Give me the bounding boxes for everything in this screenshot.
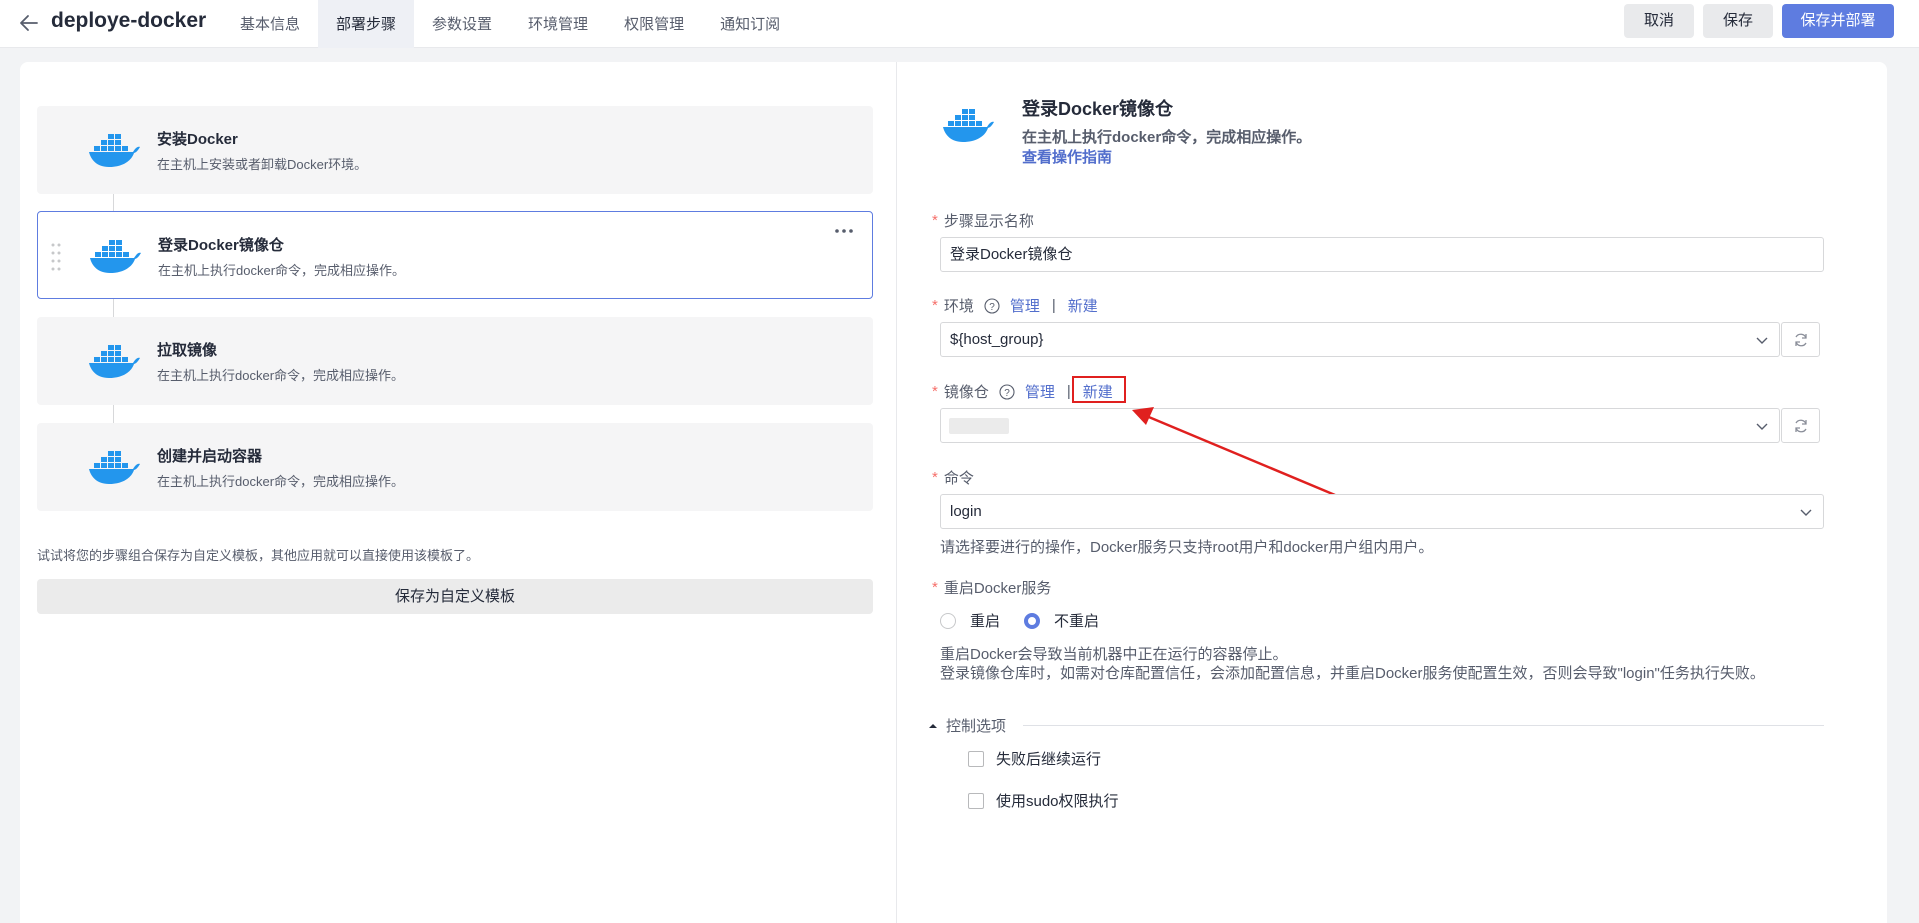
tab-environment[interactable]: 环境管理 [510,0,606,48]
help-icon[interactable]: ? [999,383,1015,400]
docker-whale-icon [89,345,140,378]
back-arrow-icon[interactable] [18,12,40,34]
operation-guide-link[interactable]: 查看操作指南 [1022,146,1112,167]
tab-notifications[interactable]: 通知订阅 [702,0,798,48]
tab-basic-info[interactable]: 基本信息 [222,0,318,48]
step-description: 在主机上执行docker命令，完成相应操作。 [157,368,405,383]
required-mark: * [932,212,938,229]
save-button[interactable]: 保存 [1703,4,1773,38]
cancel-button[interactable]: 取消 [1624,4,1694,38]
annotation-highlight-box [1072,376,1126,403]
step-card-install-docker[interactable]: 安装Docker 在主机上安装或者卸载Docker环境。 [37,106,873,194]
step-connector [113,299,114,319]
save-and-deploy-button[interactable]: 保存并部署 [1782,4,1894,38]
section-divider [1023,725,1824,726]
svg-text:?: ? [1004,388,1010,399]
restart-hint-2: 登录镜像仓库时，如需对仓库配置信任，会添加配置信息，并重启Docker服务使配置… [940,665,1765,682]
continue-on-failure-checkbox[interactable]: 失败后继续运行 [968,748,1101,769]
step-description: 在主机上执行docker命令，完成相应操作。 [157,474,405,489]
step-description: 在主机上安装或者卸载Docker环境。 [157,157,368,172]
command-label: * 命令 [932,469,974,487]
help-icon[interactable]: ? [984,297,1000,314]
registry-select[interactable] [940,408,1780,443]
command-select[interactable]: login [940,494,1824,529]
required-mark: * [932,297,938,314]
tab-parameters[interactable]: 参数设置 [414,0,510,48]
detail-description: 在主机上执行docker命令，完成相应操作。 [1022,129,1312,146]
more-options-icon[interactable] [834,226,854,236]
refresh-icon [1795,419,1807,433]
registry-manage-link[interactable]: 管理 [1025,381,1055,402]
chevron-down-icon [1756,337,1768,344]
required-mark: * [932,469,938,486]
environment-refresh-button[interactable] [1781,322,1820,357]
app-title: deploye-docker [51,9,207,32]
radio-restart[interactable]: 重启 [940,610,1000,631]
docker-whale-icon [90,240,141,273]
registry-refresh-button[interactable] [1781,408,1820,443]
step-title: 拉取镜像 [157,342,218,359]
drag-handle-icon[interactable] [50,242,62,272]
radio-circle-checked [1024,612,1040,629]
step-card-pull-image[interactable]: 拉取镜像 在主机上执行docker命令，完成相应操作。 [37,317,873,405]
step-connector [113,405,114,425]
environment-label: * 环境 ? 管理 | 新建 [932,295,1098,316]
step-description: 在主机上执行docker命令，完成相应操作。 [158,263,406,278]
chevron-down-icon [1756,423,1768,430]
step-title: 登录Docker镜像仓 [158,237,284,254]
step-title: 创建并启动容器 [157,448,263,465]
docker-whale-icon [943,109,994,142]
restart-hint-1: 重启Docker会导致当前机器中正在运行的容器停止。 [940,646,1288,663]
caret-up-icon [929,723,937,728]
annotation-arrow-icon [1132,407,1336,497]
top-header: deploye-docker 基本信息 部署步骤 参数设置 环境管理 权限管理 … [0,0,1919,48]
template-tip: 试试将您的步骤组合保存为自定义模板，其他应用就可以直接使用该模板了。 [37,548,480,563]
radio-circle [940,612,956,629]
docker-whale-icon [89,134,140,167]
tab-bar: 基本信息 部署步骤 参数设置 环境管理 权限管理 通知订阅 [222,0,798,48]
tab-deploy-steps[interactable]: 部署步骤 [318,0,415,48]
sudo-exec-checkbox[interactable]: 使用sudo权限执行 [968,790,1119,811]
tab-permissions[interactable]: 权限管理 [606,0,702,48]
save-as-template-button[interactable]: 保存为自定义模板 [37,579,873,614]
step-name-input[interactable]: 登录Docker镜像仓 [940,237,1824,272]
checkbox-box [968,750,984,767]
environment-manage-link[interactable]: 管理 [1010,295,1040,316]
required-mark: * [932,579,938,596]
environment-new-link[interactable]: 新建 [1068,295,1098,316]
blurred-value [949,418,1009,434]
link-separator: | [1066,383,1071,400]
docker-whale-icon [89,451,140,484]
step-title: 安装Docker [157,131,238,148]
svg-text:?: ? [989,302,995,313]
step-card-create-container[interactable]: 创建并启动容器 在主机上执行docker命令，完成相应操作。 [37,423,873,511]
restart-docker-label: * 重启Docker服务 [932,579,1052,597]
radio-no-restart[interactable]: 不重启 [1024,610,1099,631]
required-mark: * [932,383,938,400]
step-card-docker-login[interactable]: 登录Docker镜像仓 在主机上执行docker命令，完成相应操作。 [37,211,873,299]
link-separator: | [1051,297,1056,314]
checkbox-box [968,792,984,809]
step-name-label: * 步骤显示名称 [932,212,1034,230]
chevron-down-icon [1800,509,1812,516]
control-options-toggle[interactable]: 控制选项 [928,715,1006,736]
detail-title: 登录Docker镜像仓 [1022,99,1174,119]
environment-select[interactable]: ${host_group} [940,322,1780,357]
command-hint: 请选择要进行的操作，Docker服务只支持root用户和docker用户组内用户… [940,539,1434,556]
refresh-icon [1795,333,1807,347]
